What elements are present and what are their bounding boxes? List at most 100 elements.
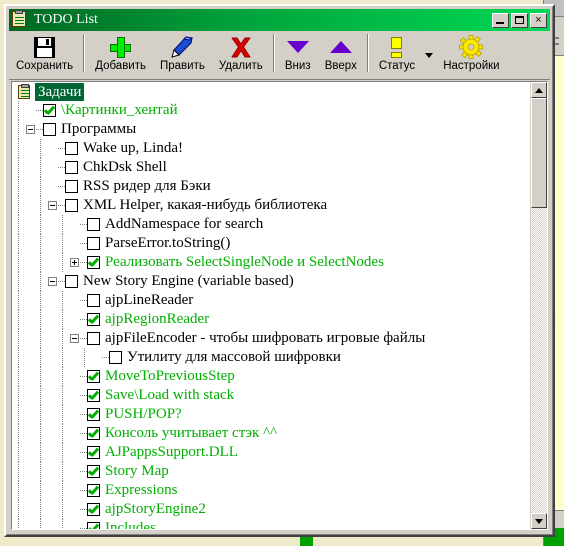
tree-item-row[interactable]: RSS ридер для Бэки [12, 177, 530, 196]
tree-root-row[interactable]: Задачи [12, 82, 530, 101]
pencil-icon [169, 35, 195, 59]
tree-item-label: XML Helper, какая-нибудь библиотека [83, 197, 328, 213]
tree-indent [12, 310, 70, 329]
checkbox-checked[interactable] [87, 408, 100, 421]
tree-connector [80, 300, 87, 301]
tree-connector [80, 490, 87, 491]
checkbox-checked[interactable] [87, 522, 100, 529]
checkbox-unchecked[interactable] [65, 161, 78, 174]
checkbox-checked[interactable] [87, 503, 100, 516]
tree-connector [58, 167, 65, 168]
collapse-minus-icon[interactable] [48, 277, 57, 286]
tree-item-row[interactable]: ajpRegionReader [12, 310, 530, 329]
checkbox-checked[interactable] [87, 484, 100, 497]
checkbox-unchecked[interactable] [65, 180, 78, 193]
tree-expander-spacer [92, 353, 102, 362]
tree-item-row[interactable]: ajpStoryEngine2 [12, 500, 530, 519]
tree-item-row[interactable]: XML Helper, какая-нибудь библиотека [12, 196, 530, 215]
tree-item-row[interactable]: Save\Load with stack [12, 386, 530, 405]
checkbox-unchecked[interactable] [87, 294, 100, 307]
scrollbar-track[interactable] [531, 98, 547, 513]
status-button[interactable]: Статус [372, 32, 422, 77]
tree-item-row[interactable]: AJPappsSupport.DLL [12, 443, 530, 462]
tree-item-row[interactable]: ajpLineReader [12, 291, 530, 310]
checkbox-unchecked[interactable] [87, 237, 100, 250]
tree-item-row[interactable]: PUSH/POP? [12, 405, 530, 424]
tree-expander-spacer [70, 505, 80, 514]
tree-item-row[interactable]: Includes [12, 519, 530, 529]
tree-item-row[interactable]: New Story Engine (variable based) [12, 272, 530, 291]
tree-item-row[interactable]: Wake up, Linda! [12, 139, 530, 158]
scrollbar-thumb[interactable] [531, 98, 547, 208]
add-button[interactable]: Добавить [88, 32, 153, 77]
tree-indent [12, 348, 92, 367]
scroll-up-button[interactable] [531, 82, 547, 98]
checkbox-unchecked[interactable] [87, 218, 100, 231]
tree-rows-container: \Картинки_хентай Программы Wake up, Linda!… [12, 101, 530, 529]
collapse-minus-icon[interactable] [70, 334, 79, 343]
tree-indent [12, 253, 70, 272]
chevron-down-icon[interactable] [422, 32, 436, 77]
move-down-button[interactable]: Вниз [278, 32, 318, 77]
maximize-button[interactable] [511, 12, 528, 28]
tree-connector [80, 471, 87, 472]
toolbar: Сохранить Добавить Править Удалить Вниз … [9, 32, 550, 80]
save-button[interactable]: Сохранить [9, 32, 80, 77]
expand-plus-icon[interactable] [70, 258, 79, 267]
move-up-button[interactable]: Вверх [318, 32, 364, 77]
tree-indent [12, 234, 70, 253]
checkbox-checked[interactable] [87, 256, 100, 269]
settings-button[interactable]: Настройки [436, 32, 506, 77]
tree-item-label: ParseError.toString() [105, 235, 231, 251]
window-controls: × [490, 12, 547, 28]
tree-item-row[interactable]: ajpFileEncoder - чтобы шифровать игровые… [12, 329, 530, 348]
tree-item-row[interactable]: Утилиту для массовой шифровки [12, 348, 530, 367]
delete-button[interactable]: Удалить [212, 32, 270, 77]
checkbox-checked[interactable] [87, 446, 100, 459]
checkbox-unchecked[interactable] [43, 123, 56, 136]
collapse-minus-icon[interactable] [48, 201, 57, 210]
collapse-minus-icon[interactable] [26, 125, 35, 134]
checkbox-unchecked[interactable] [87, 332, 100, 345]
checkbox-checked[interactable] [87, 370, 100, 383]
tree-item-row[interactable]: ChkDsk Shell [12, 158, 530, 177]
checkbox-checked[interactable] [87, 427, 100, 440]
tree-item-label: New Story Engine (variable based) [83, 273, 294, 289]
tree-item-row[interactable]: ParseError.toString() [12, 234, 530, 253]
close-button[interactable]: × [530, 12, 547, 28]
tree-indent [12, 481, 70, 500]
tree-item-row[interactable]: \Картинки_хентай [12, 101, 530, 120]
tree-connector [80, 528, 87, 529]
checkbox-unchecked[interactable] [65, 275, 78, 288]
checkbox-unchecked[interactable] [65, 142, 78, 155]
tree-item-row[interactable]: AddNamespace for search [12, 215, 530, 234]
tree-item-row[interactable]: Реализовать SelectSingleNode и SelectNod… [12, 253, 530, 272]
vertical-scrollbar[interactable] [530, 82, 547, 529]
tree-item-row[interactable]: Story Map [12, 462, 530, 481]
checkbox-unchecked[interactable] [65, 199, 78, 212]
tree-item-row[interactable]: MoveToPreviousStep [12, 367, 530, 386]
tree-item-label: ajpRegionReader [105, 311, 210, 327]
scroll-down-button[interactable] [531, 513, 547, 529]
tree-indent [12, 519, 70, 529]
tree-connector [58, 186, 65, 187]
tree-item-row[interactable]: Программы [12, 120, 530, 139]
tree-item-row[interactable]: Консоль учитывает стэк ^^ [12, 424, 530, 443]
titlebar[interactable]: TODO List × [9, 9, 550, 31]
toolbar-separator-2 [272, 34, 275, 72]
triangle-up-icon [328, 35, 354, 59]
checkbox-unchecked[interactable] [109, 351, 122, 364]
edit-button[interactable]: Править [153, 32, 212, 77]
tree-expander-spacer [70, 391, 80, 400]
checkbox-checked[interactable] [87, 465, 100, 478]
tree-indent [12, 215, 70, 234]
screen: 2kpдaмп>Xpт</pMpm/ ▤ ▶ F8 TODO List [0, 0, 564, 546]
minimize-button[interactable] [492, 12, 509, 28]
tree-connector [80, 319, 87, 320]
checkbox-checked[interactable] [87, 389, 100, 402]
task-tree[interactable]: Задачи \Картинки_хентай Программы Wake up,… [12, 82, 530, 529]
checkbox-checked[interactable] [87, 313, 100, 326]
tree-item-label: ajpFileEncoder - чтобы шифровать игровые… [105, 330, 426, 346]
checkbox-checked[interactable] [43, 104, 56, 117]
tree-item-row[interactable]: Expressions [12, 481, 530, 500]
